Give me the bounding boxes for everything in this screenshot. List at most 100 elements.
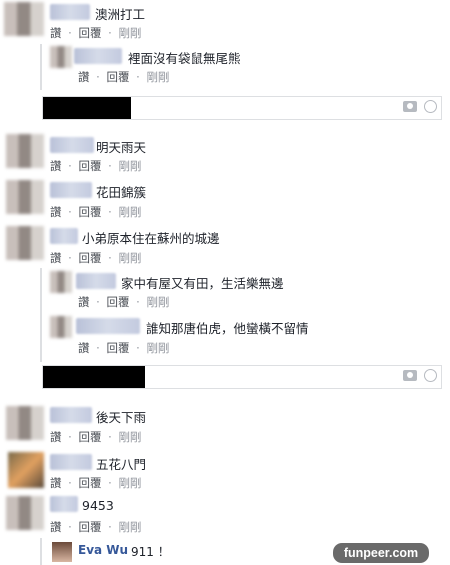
- blurred-name: [50, 454, 92, 470]
- comment-text: 911 ！: [131, 545, 170, 559]
- reply-link[interactable]: 回覆: [78, 520, 101, 534]
- camera-icon[interactable]: [403, 370, 417, 381]
- like-link[interactable]: 讚: [50, 205, 62, 219]
- avatar[interactable]: [8, 452, 44, 488]
- separator: ·: [136, 295, 140, 309]
- separator: ·: [136, 341, 140, 355]
- reply-link[interactable]: 回覆: [78, 159, 101, 173]
- like-link[interactable]: 讚: [50, 159, 62, 173]
- comment-text: 家中有屋又有田，生活樂無邊: [121, 276, 284, 291]
- reply-thread-line: [40, 44, 42, 90]
- separator: ·: [108, 251, 112, 265]
- redacted-avatar: [43, 366, 145, 388]
- comment-text: 誰知那唐伯虎，他蠻橫不留情: [146, 321, 309, 336]
- timestamp[interactable]: 剛剛: [118, 159, 141, 173]
- separator: ·: [68, 476, 72, 490]
- blurred-name: [50, 137, 94, 153]
- separator: ·: [108, 476, 112, 490]
- comment-text: 明天雨天: [96, 140, 147, 155]
- comment-text: 花田錦簇: [96, 185, 147, 200]
- commenter-name[interactable]: Eva Wu: [78, 543, 128, 557]
- reply-link[interactable]: 回覆: [106, 341, 129, 355]
- timestamp[interactable]: 剛剛: [118, 205, 141, 219]
- blurred-name: [76, 273, 116, 289]
- avatar[interactable]: [6, 180, 44, 214]
- comment-text: 9453: [82, 498, 114, 513]
- like-link[interactable]: 讚: [50, 520, 62, 534]
- comment-text: 澳洲打工: [95, 7, 146, 22]
- emoji-icon[interactable]: [424, 100, 437, 113]
- reply-link[interactable]: 回覆: [78, 26, 101, 40]
- avatar[interactable]: [6, 496, 44, 530]
- comment-text: 後天下雨: [96, 410, 147, 425]
- comment-actions: 讚 · 回覆 · 剛剛: [78, 294, 169, 310]
- like-link[interactable]: 讚: [50, 430, 62, 444]
- reply-link[interactable]: 回覆: [106, 70, 129, 84]
- timestamp[interactable]: 剛剛: [118, 251, 141, 265]
- separator: ·: [108, 520, 112, 534]
- separator: ·: [136, 70, 140, 84]
- blurred-name: [50, 228, 78, 244]
- separator: ·: [96, 341, 100, 355]
- separator: ·: [108, 159, 112, 173]
- avatar[interactable]: [52, 542, 72, 562]
- timestamp[interactable]: 剛剛: [146, 70, 169, 84]
- avatar[interactable]: [50, 46, 72, 68]
- separator: ·: [96, 295, 100, 309]
- emoji-icon[interactable]: [424, 369, 437, 382]
- comment-actions: 讚 · 回覆 · 剛剛: [50, 204, 141, 220]
- avatar[interactable]: [6, 406, 44, 440]
- like-link[interactable]: 讚: [78, 295, 90, 309]
- reply-link[interactable]: 回覆: [78, 476, 101, 490]
- timestamp[interactable]: 剛剛: [118, 430, 141, 444]
- timestamp[interactable]: 剛剛: [118, 476, 141, 490]
- reply-link[interactable]: 回覆: [106, 295, 129, 309]
- separator: ·: [108, 205, 112, 219]
- comment-text: 小弟原本住在蘇州的城邊: [82, 231, 220, 246]
- like-link[interactable]: 讚: [78, 341, 90, 355]
- comment-actions: 讚 · 回覆 · 剛剛: [50, 158, 141, 174]
- separator: ·: [68, 159, 72, 173]
- blurred-name: [74, 48, 122, 64]
- reply-input[interactable]: [42, 365, 442, 389]
- redacted-avatar: [43, 97, 131, 119]
- blurred-name: [76, 318, 140, 334]
- like-link[interactable]: 讚: [50, 476, 62, 490]
- blurred-name: [50, 4, 90, 20]
- separator: ·: [108, 430, 112, 444]
- reply-link[interactable]: 回覆: [78, 251, 101, 265]
- like-link[interactable]: 讚: [50, 26, 62, 40]
- reply-link[interactable]: 回覆: [78, 205, 101, 219]
- blurred-name: [50, 407, 92, 423]
- separator: ·: [68, 520, 72, 534]
- like-link[interactable]: 讚: [78, 70, 90, 84]
- blurred-name: [50, 496, 78, 512]
- reply-thread-line: [40, 538, 42, 565]
- reply-input[interactable]: [42, 96, 442, 120]
- avatar[interactable]: [50, 316, 72, 338]
- timestamp[interactable]: 剛剛: [146, 295, 169, 309]
- separator: ·: [68, 26, 72, 40]
- comment-actions: 讚 · 回覆 · 剛剛: [78, 69, 169, 85]
- avatar[interactable]: [4, 2, 44, 36]
- comment-actions: 讚 · 回覆 · 剛剛: [50, 519, 141, 535]
- avatar[interactable]: [6, 226, 44, 260]
- comment-actions: 讚 · 回覆 · 剛剛: [50, 25, 141, 41]
- comment-text: 裡面沒有袋鼠無尾熊: [128, 51, 241, 66]
- timestamp[interactable]: 剛剛: [118, 520, 141, 534]
- comment-actions: 讚 · 回覆 · 剛剛: [50, 250, 141, 266]
- comment-text: 五花八門: [96, 457, 147, 472]
- blurred-name: [50, 182, 92, 198]
- comment-actions: 讚 · 回覆 · 剛剛: [50, 429, 141, 445]
- watermark: funpeer.com: [333, 543, 429, 563]
- reply-link[interactable]: 回覆: [78, 430, 101, 444]
- timestamp[interactable]: 剛剛: [146, 341, 169, 355]
- separator: ·: [108, 26, 112, 40]
- camera-icon[interactable]: [403, 101, 417, 112]
- avatar[interactable]: [6, 134, 44, 168]
- timestamp[interactable]: 剛剛: [118, 26, 141, 40]
- like-link[interactable]: 讚: [50, 251, 62, 265]
- separator: ·: [68, 205, 72, 219]
- avatar[interactable]: [50, 271, 72, 293]
- reply-thread-line: [40, 268, 42, 362]
